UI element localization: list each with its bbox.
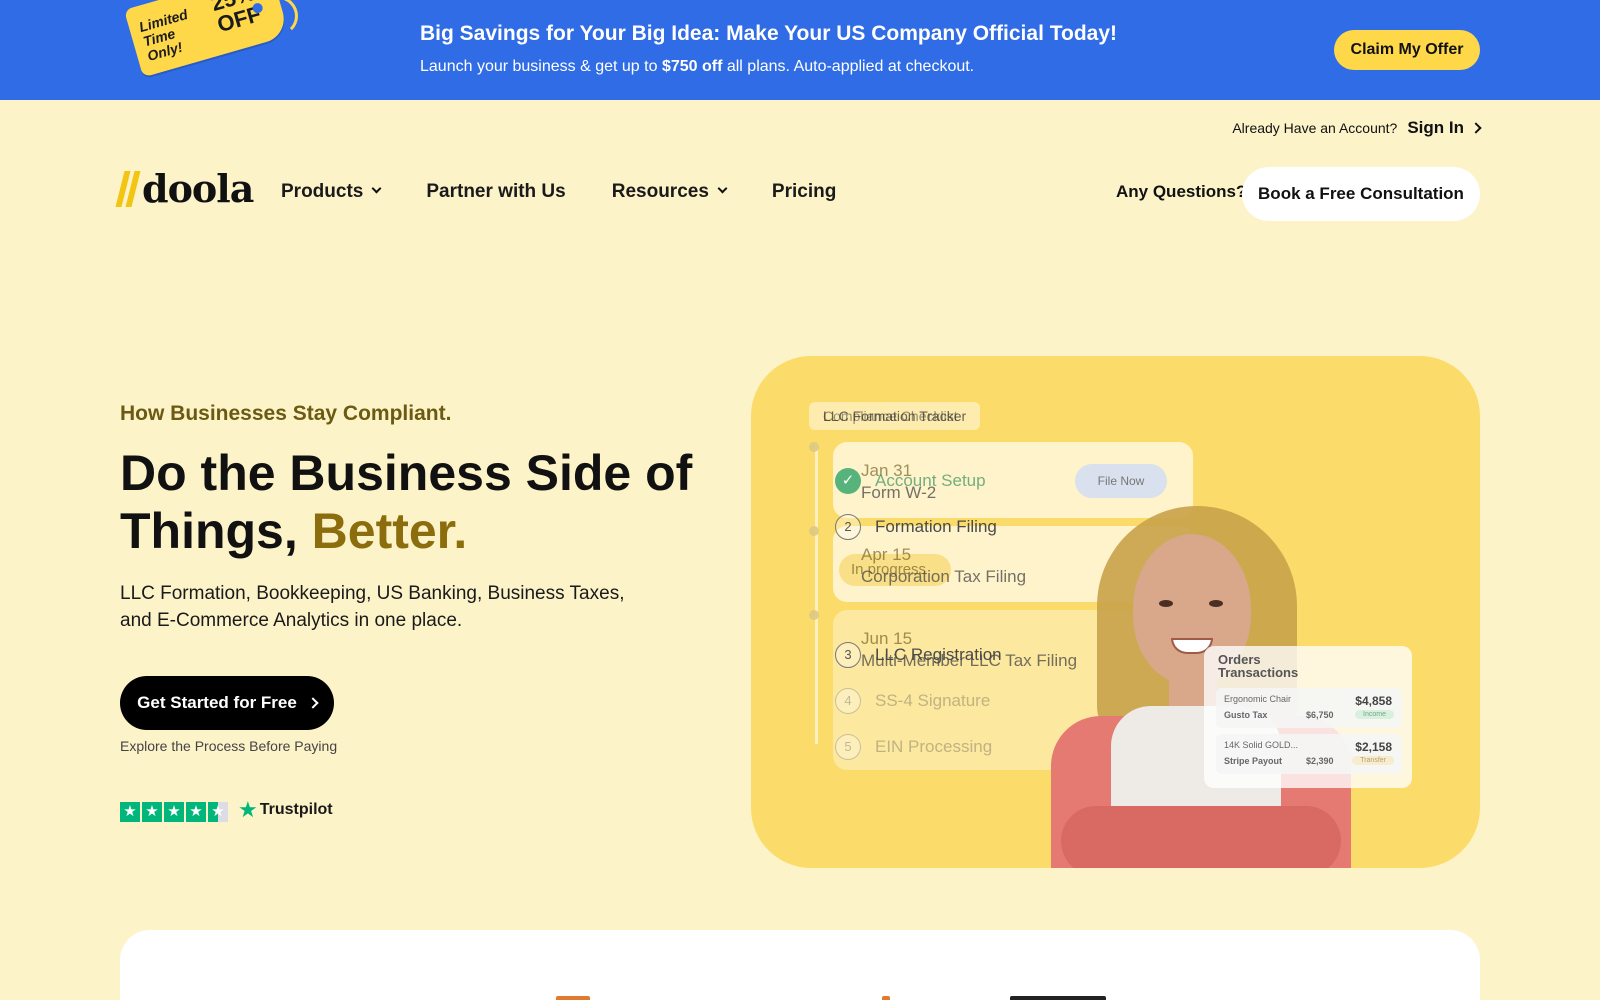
chevron-right-icon: [1470, 122, 1482, 134]
row-item: Ergonomic Chair: [1224, 694, 1292, 704]
partner-logo-icon: [556, 996, 590, 1000]
row-source-amount: $2,390: [1306, 756, 1334, 766]
step-label: Formation Filing: [875, 517, 997, 536]
checklist-label: Compliance Checklist: [823, 408, 958, 424]
star-icon: ★: [164, 802, 184, 822]
orders-widget: Orders Transactions Ergonomic Chair $4,8…: [1204, 646, 1412, 788]
trustpilot-logo[interactable]: ★ Trustpilot: [238, 797, 333, 822]
hero-headline: Do the Business Side of Things, Better.: [120, 444, 720, 560]
account-row: Already Have an Account? Sign In: [1232, 118, 1482, 138]
promo-subtitle: Launch your business & get up to $750 of…: [420, 58, 974, 76]
logo-wordmark: doola: [142, 166, 254, 211]
doola-logo[interactable]: doola: [115, 166, 254, 211]
step-number: 2: [835, 514, 861, 540]
star-icon: ★: [120, 802, 140, 822]
nav-item-pricing[interactable]: Pricing: [772, 181, 836, 203]
account-question: Already Have an Account?: [1232, 120, 1398, 136]
trustpilot-star-icon: ★: [238, 797, 258, 822]
check-icon: ✓: [835, 468, 861, 494]
chevron-right-icon: [307, 697, 319, 709]
step-number: 3: [835, 642, 861, 668]
nav-item-label: Pricing: [771, 181, 837, 202]
deadline-date: Apr 15: [861, 545, 912, 564]
step-number: 5: [835, 734, 861, 760]
step-label: SS-4 Signature: [875, 691, 991, 710]
row-source: Gusto Tax: [1224, 710, 1268, 720]
nav-item-label: Resources: [611, 181, 709, 202]
step-ss4-signature: 4 SS-4 Signature: [835, 688, 990, 714]
timeline-dot: [809, 526, 819, 536]
claim-offer-button[interactable]: Claim My Offer: [1334, 30, 1480, 70]
nav-item-products[interactable]: Products: [281, 181, 382, 203]
row-type-badge: Transfer: [1352, 756, 1394, 765]
step-formation-filing: 2 Formation Filing: [835, 514, 997, 540]
eye-shape: [1209, 600, 1223, 607]
deadline-item: Apr 15 Corporation Tax Filing: [861, 544, 1026, 588]
step-label: Account Setup: [875, 471, 986, 490]
get-started-label: Get Started for Free: [137, 693, 297, 712]
partner-logos-strip: [120, 996, 1480, 1000]
promo-banner: Limited Time Only! 25% OFF Big Savings f…: [0, 0, 1600, 100]
promo-sub-before: Launch your business & get up to: [420, 58, 662, 75]
star-icon: ★: [186, 802, 206, 822]
deadline-label: Corporation Tax Filing: [861, 567, 1027, 586]
transactions-heading: Transactions: [1218, 665, 1299, 680]
hero-subtitle: LLC Formation, Bookkeeping, US Banking, …: [120, 583, 625, 631]
arms-shape: [1061, 806, 1341, 868]
hero-eyebrow: How Businesses Stay Compliant.: [120, 402, 452, 425]
main-nav: Products Partner with Us Resources Prici…: [281, 181, 836, 203]
promo-title: Big Savings for Your Big Idea: Make Your…: [420, 22, 1118, 45]
chevron-down-icon: [717, 183, 728, 193]
nav-item-label: Partner with Us: [426, 181, 566, 202]
transaction-row: Ergonomic Chair $4,858 Gusto Tax $6,750 …: [1216, 688, 1402, 728]
step-account-setup: ✓ Account Setup: [835, 468, 986, 494]
nav-item-resources[interactable]: Resources: [611, 181, 728, 203]
get-started-button[interactable]: Get Started for Free: [120, 676, 334, 730]
explore-note: Explore the Process Before Paying: [120, 738, 338, 754]
eye-shape: [1159, 600, 1173, 607]
timeline-dot: [809, 610, 819, 620]
trustpilot-stars: ★ ★ ★ ★ ★: [120, 802, 228, 822]
book-consultation-button[interactable]: Book a Free Consultation: [1242, 167, 1480, 221]
logo-slashes-icon: [115, 170, 141, 207]
row-amount: $2,158: [1355, 740, 1392, 754]
nav-item-partner[interactable]: Partner with Us: [426, 181, 565, 203]
step-label: LLC Registration: [875, 645, 1002, 664]
trustpilot-wordmark: Trustpilot: [259, 801, 333, 818]
promo-sub-amount: $750 off: [661, 58, 723, 75]
nav-item-label: Products: [281, 181, 364, 202]
chevron-down-icon: [371, 183, 382, 193]
partners-card: [120, 930, 1480, 1000]
timeline-line: [815, 444, 818, 744]
step-llc-registration: 3 LLC Registration: [835, 642, 1002, 668]
promo-sub-after: all plans. Auto-applied at checkout.: [722, 58, 975, 75]
file-now-button[interactable]: File Now: [1075, 464, 1167, 498]
half-star-icon: ★: [208, 802, 228, 822]
step-label: EIN Processing: [875, 737, 993, 756]
star-icon: ★: [142, 802, 162, 822]
row-type-badge: Income: [1355, 710, 1394, 719]
partner-logo-icon: [1010, 996, 1106, 1000]
tag-limited-text: Limited Time Only!: [137, 6, 190, 64]
headline-accent: Better.: [311, 503, 468, 559]
partner-logo-icon: [882, 996, 890, 1000]
step-number: 4: [835, 688, 861, 714]
sign-in-label: Sign In: [1407, 118, 1464, 137]
row-item: 14K Solid GOLD...: [1224, 740, 1299, 750]
tag-string-icon: [258, 0, 298, 36]
step-ein-processing: 5 EIN Processing: [835, 734, 992, 760]
row-amount: $4,858: [1355, 694, 1392, 708]
hero-illustration-card: LLC Formation Tracker Compliance Checkli…: [751, 356, 1480, 868]
sign-in-link[interactable]: Sign In: [1407, 118, 1482, 138]
any-questions-link[interactable]: Any Questions?: [1116, 182, 1246, 202]
row-source: Stripe Payout: [1224, 756, 1283, 766]
orders-title: Orders Transactions: [1218, 653, 1299, 680]
timeline-dot: [809, 442, 819, 452]
transaction-row: 14K Solid GOLD... $2,158 Stripe Payout $…: [1216, 734, 1402, 774]
row-source-amount: $6,750: [1306, 710, 1334, 720]
